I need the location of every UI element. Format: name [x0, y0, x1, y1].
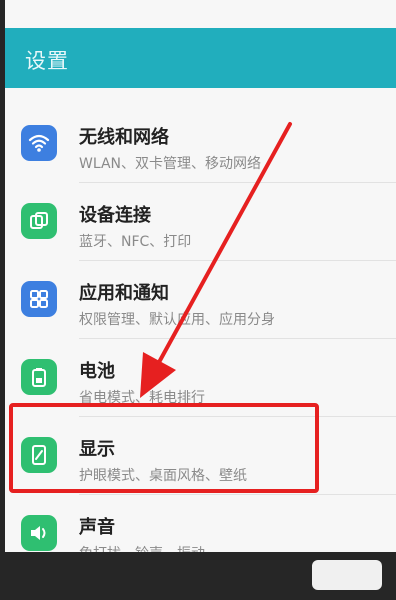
settings-item-title: 应用和通知 — [79, 283, 169, 304]
battery-icon — [21, 359, 57, 395]
settings-item-subtitle: WLAN、双卡管理、移动网络 — [79, 156, 262, 172]
watermark — [312, 560, 382, 590]
settings-item-device-connection[interactable]: 设备连接 蓝牙、NFC、打印 — [5, 183, 396, 261]
settings-screen: 设置 无线和网络 WLAN、双卡管理、移动网络 设备连接 蓝牙、NFC、打印 应… — [5, 0, 396, 552]
settings-item-subtitle: 免打扰、铃声、振动 — [79, 543, 205, 552]
page-title: 设置 — [25, 49, 69, 73]
sound-icon — [21, 515, 57, 551]
settings-item-battery[interactable]: 电池 省电模式、耗电排行 — [5, 339, 396, 417]
display-icon — [21, 437, 57, 473]
settings-item-subtitle: 权限管理、默认应用、应用分身 — [79, 312, 275, 328]
settings-item-title: 声音 — [79, 517, 115, 538]
settings-item-subtitle: 护眼模式、桌面风格、壁纸 — [79, 468, 247, 484]
settings-item-sound[interactable]: 声音 免打扰、铃声、振动 — [5, 495, 396, 552]
device-connect-icon — [21, 203, 57, 239]
app-header: 设置 — [5, 28, 396, 88]
wifi-icon — [21, 125, 57, 161]
settings-item-display[interactable]: 显示 护眼模式、桌面风格、壁纸 — [5, 417, 396, 495]
settings-item-subtitle: 蓝牙、NFC、打印 — [79, 234, 192, 250]
settings-item-apps-notifications[interactable]: 应用和通知 权限管理、默认应用、应用分身 — [5, 261, 396, 339]
apps-grid-icon — [21, 281, 57, 317]
settings-item-wireless[interactable]: 无线和网络 WLAN、双卡管理、移动网络 — [5, 105, 396, 183]
settings-item-subtitle: 省电模式、耗电排行 — [79, 390, 205, 406]
settings-item-title: 电池 — [79, 361, 115, 382]
settings-item-title: 无线和网络 — [79, 127, 169, 148]
settings-item-title: 设备连接 — [79, 205, 151, 226]
settings-item-title: 显示 — [79, 439, 115, 460]
